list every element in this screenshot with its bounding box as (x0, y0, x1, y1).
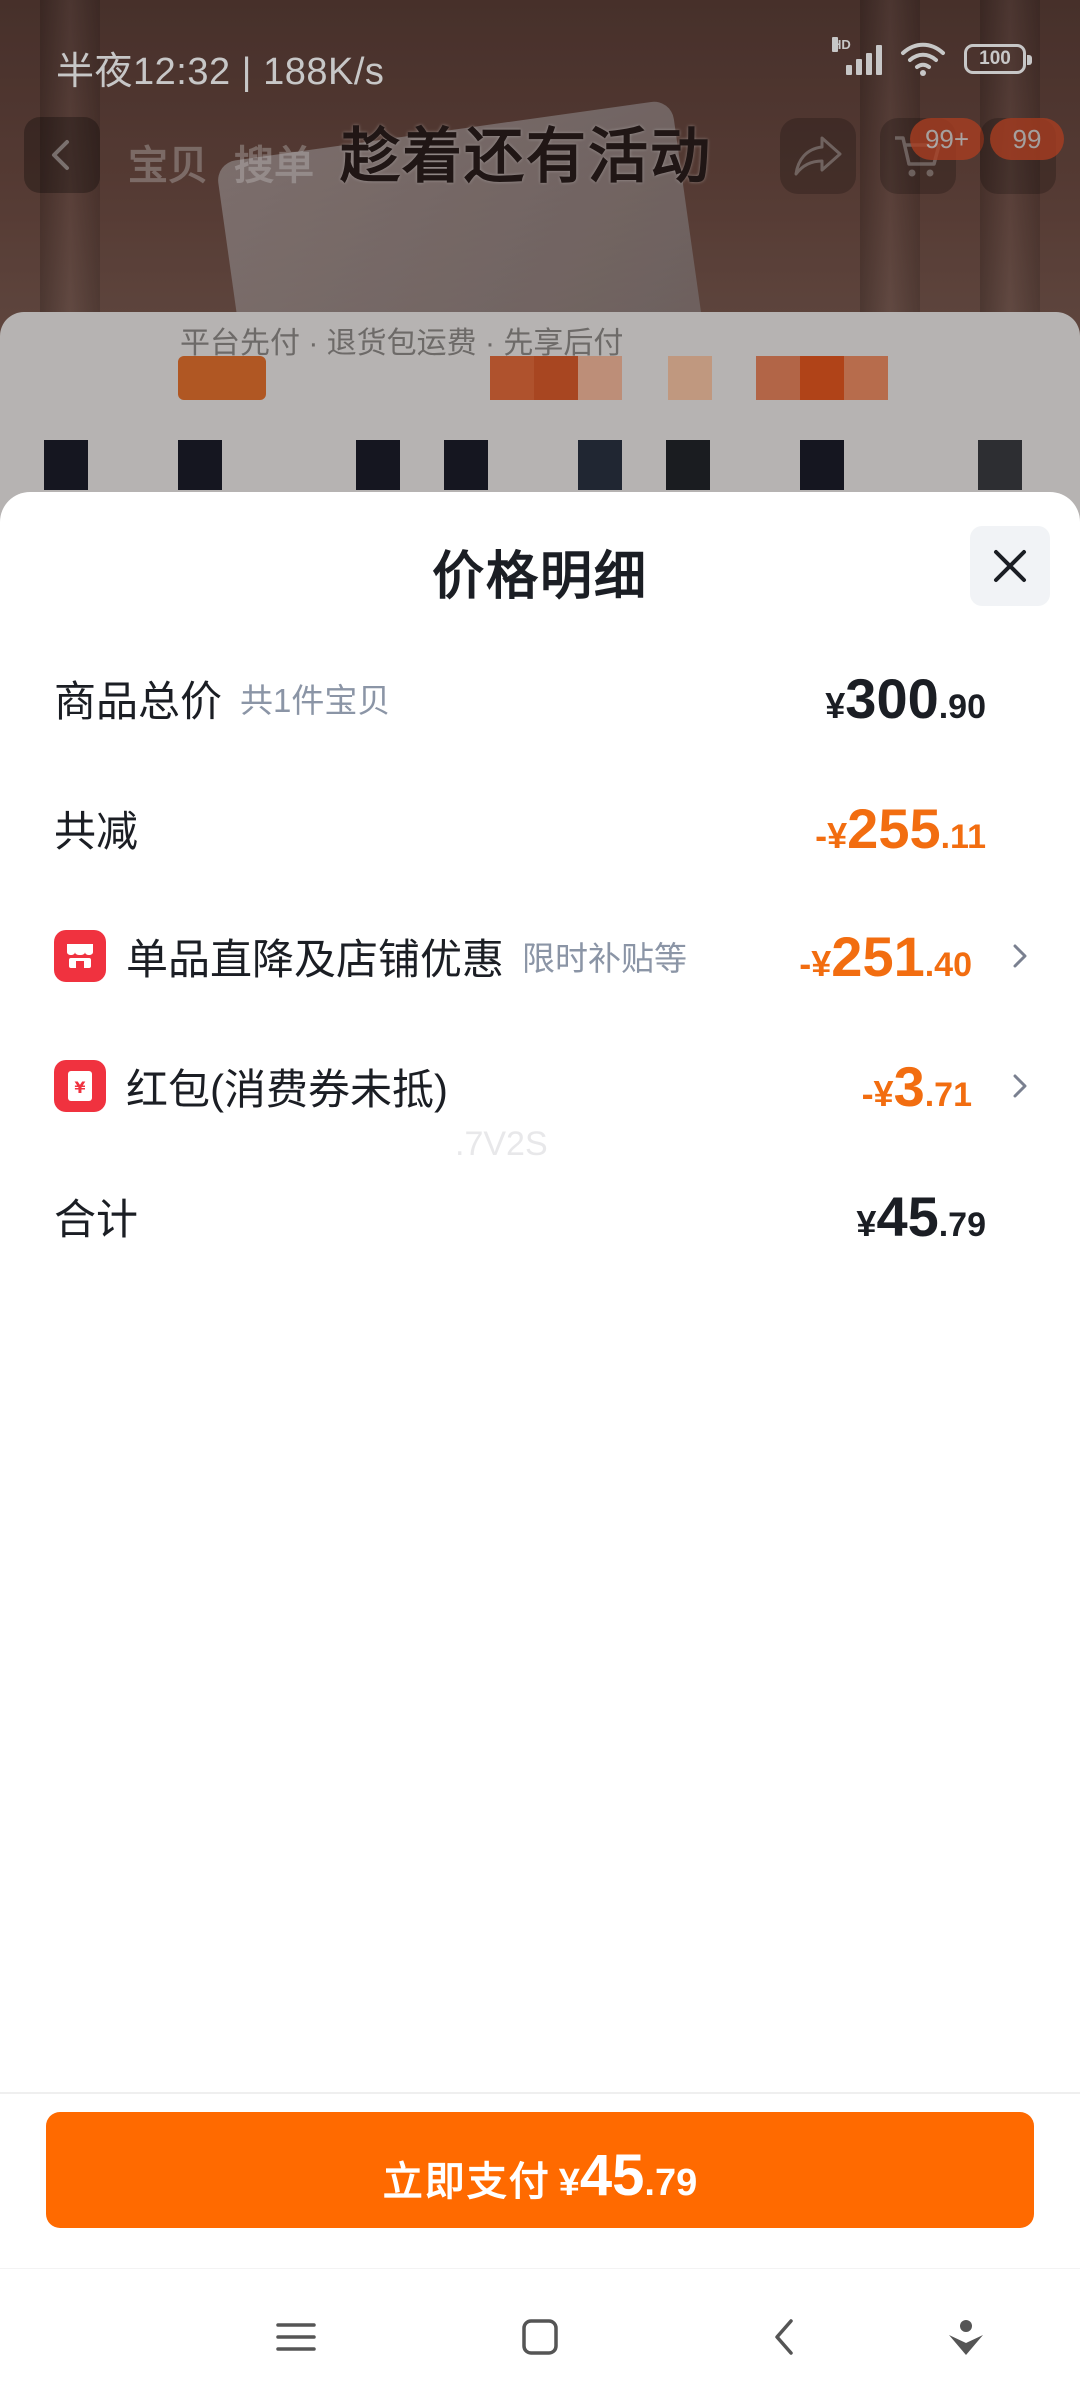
red-packet-icon: ¥ (54, 1060, 106, 1112)
system-nav-bar (0, 2268, 1080, 2401)
chevron-right-icon (1013, 1074, 1027, 1098)
menu-button[interactable] (266, 2307, 326, 2367)
amount-integer: 255 (847, 796, 941, 860)
currency-sign: -¥ (815, 814, 848, 856)
row-total-discount: 共减 -¥ 255 .11 (54, 788, 1026, 868)
assistant-icon (949, 2320, 983, 2355)
menu-icon (276, 2323, 316, 2351)
row-total: 合计 ¥ 45 .79 (54, 1176, 1026, 1256)
pay-label: 立即支付 (382, 2160, 551, 2204)
sheet-title: 价格明细 (431, 548, 648, 606)
store-discount-amount: -¥ 251 .40 (799, 924, 972, 989)
row-sublabel: 限时补贴等 (522, 940, 688, 977)
amount-decimal: .79 (938, 1205, 986, 1244)
pay-now-button[interactable]: 立即支付 ¥ 45 .79 (46, 2112, 1034, 2228)
amount-decimal: .79 (644, 2162, 698, 2204)
subtotal-amount: ¥ 300 .90 (825, 666, 986, 731)
amount-integer: 45 (876, 1184, 939, 1248)
currency-sign: ¥ (825, 684, 846, 726)
row-store-discount[interactable]: 单品直降及店铺优惠 限时补贴等 -¥ 251 .40 (54, 916, 1027, 996)
back-icon (775, 2319, 793, 2355)
amount-integer: 251 (831, 924, 925, 988)
assistant-button[interactable] (936, 2307, 996, 2367)
discount-amount: -¥ 255 .11 (815, 796, 986, 861)
row-label: 合计 (54, 1195, 139, 1243)
currency-sign: -¥ (799, 942, 832, 984)
amount-decimal: .71 (924, 1075, 972, 1114)
row-label: 单品直降及店铺优惠 (126, 935, 505, 983)
row-sublabel: 共1件宝贝 (240, 682, 391, 719)
total-amount: ¥ 45 .79 (856, 1184, 986, 1249)
row-label: 红包(消费券未抵) (126, 1065, 448, 1113)
row-label: 商品总价 (54, 677, 223, 725)
amount-decimal: .90 (938, 687, 986, 726)
close-button[interactable] (970, 526, 1050, 606)
home-icon (522, 2319, 558, 2355)
modal-scrim[interactable] (0, 0, 1080, 560)
row-subtotal: 商品总价 共1件宝贝 ¥ 300 .90 (54, 658, 1026, 738)
watermark: .7V2S (455, 1125, 548, 1163)
row-red-packet[interactable]: ¥ 红包(消费券未抵) -¥ 3 .71 (54, 1046, 1027, 1126)
row-label: 共减 (54, 807, 139, 855)
amount-decimal: .11 (940, 817, 986, 856)
home-button[interactable] (510, 2307, 570, 2367)
amount-decimal: .40 (924, 945, 972, 984)
chevron-right-icon (1013, 944, 1027, 968)
back-nav-button[interactable] (754, 2307, 814, 2367)
red-packet-amount: -¥ 3 .71 (862, 1054, 972, 1119)
background-page: 宝贝 搜单 趁着还有活动 99+ 99 半夜12:32 | 188K/s HD (0, 0, 1080, 560)
currency-sign: -¥ (861, 1072, 894, 1114)
divider (0, 2092, 1080, 2094)
store-icon (54, 930, 106, 982)
amount-integer: 3 (893, 1054, 925, 1118)
amount-integer: 300 (845, 666, 939, 730)
currency-sign: ¥ (558, 2162, 580, 2204)
svg-text:¥: ¥ (74, 1078, 85, 1097)
amount-integer: 45 (579, 2143, 645, 2208)
currency-sign: ¥ (856, 1202, 877, 1244)
close-icon (994, 550, 1026, 582)
